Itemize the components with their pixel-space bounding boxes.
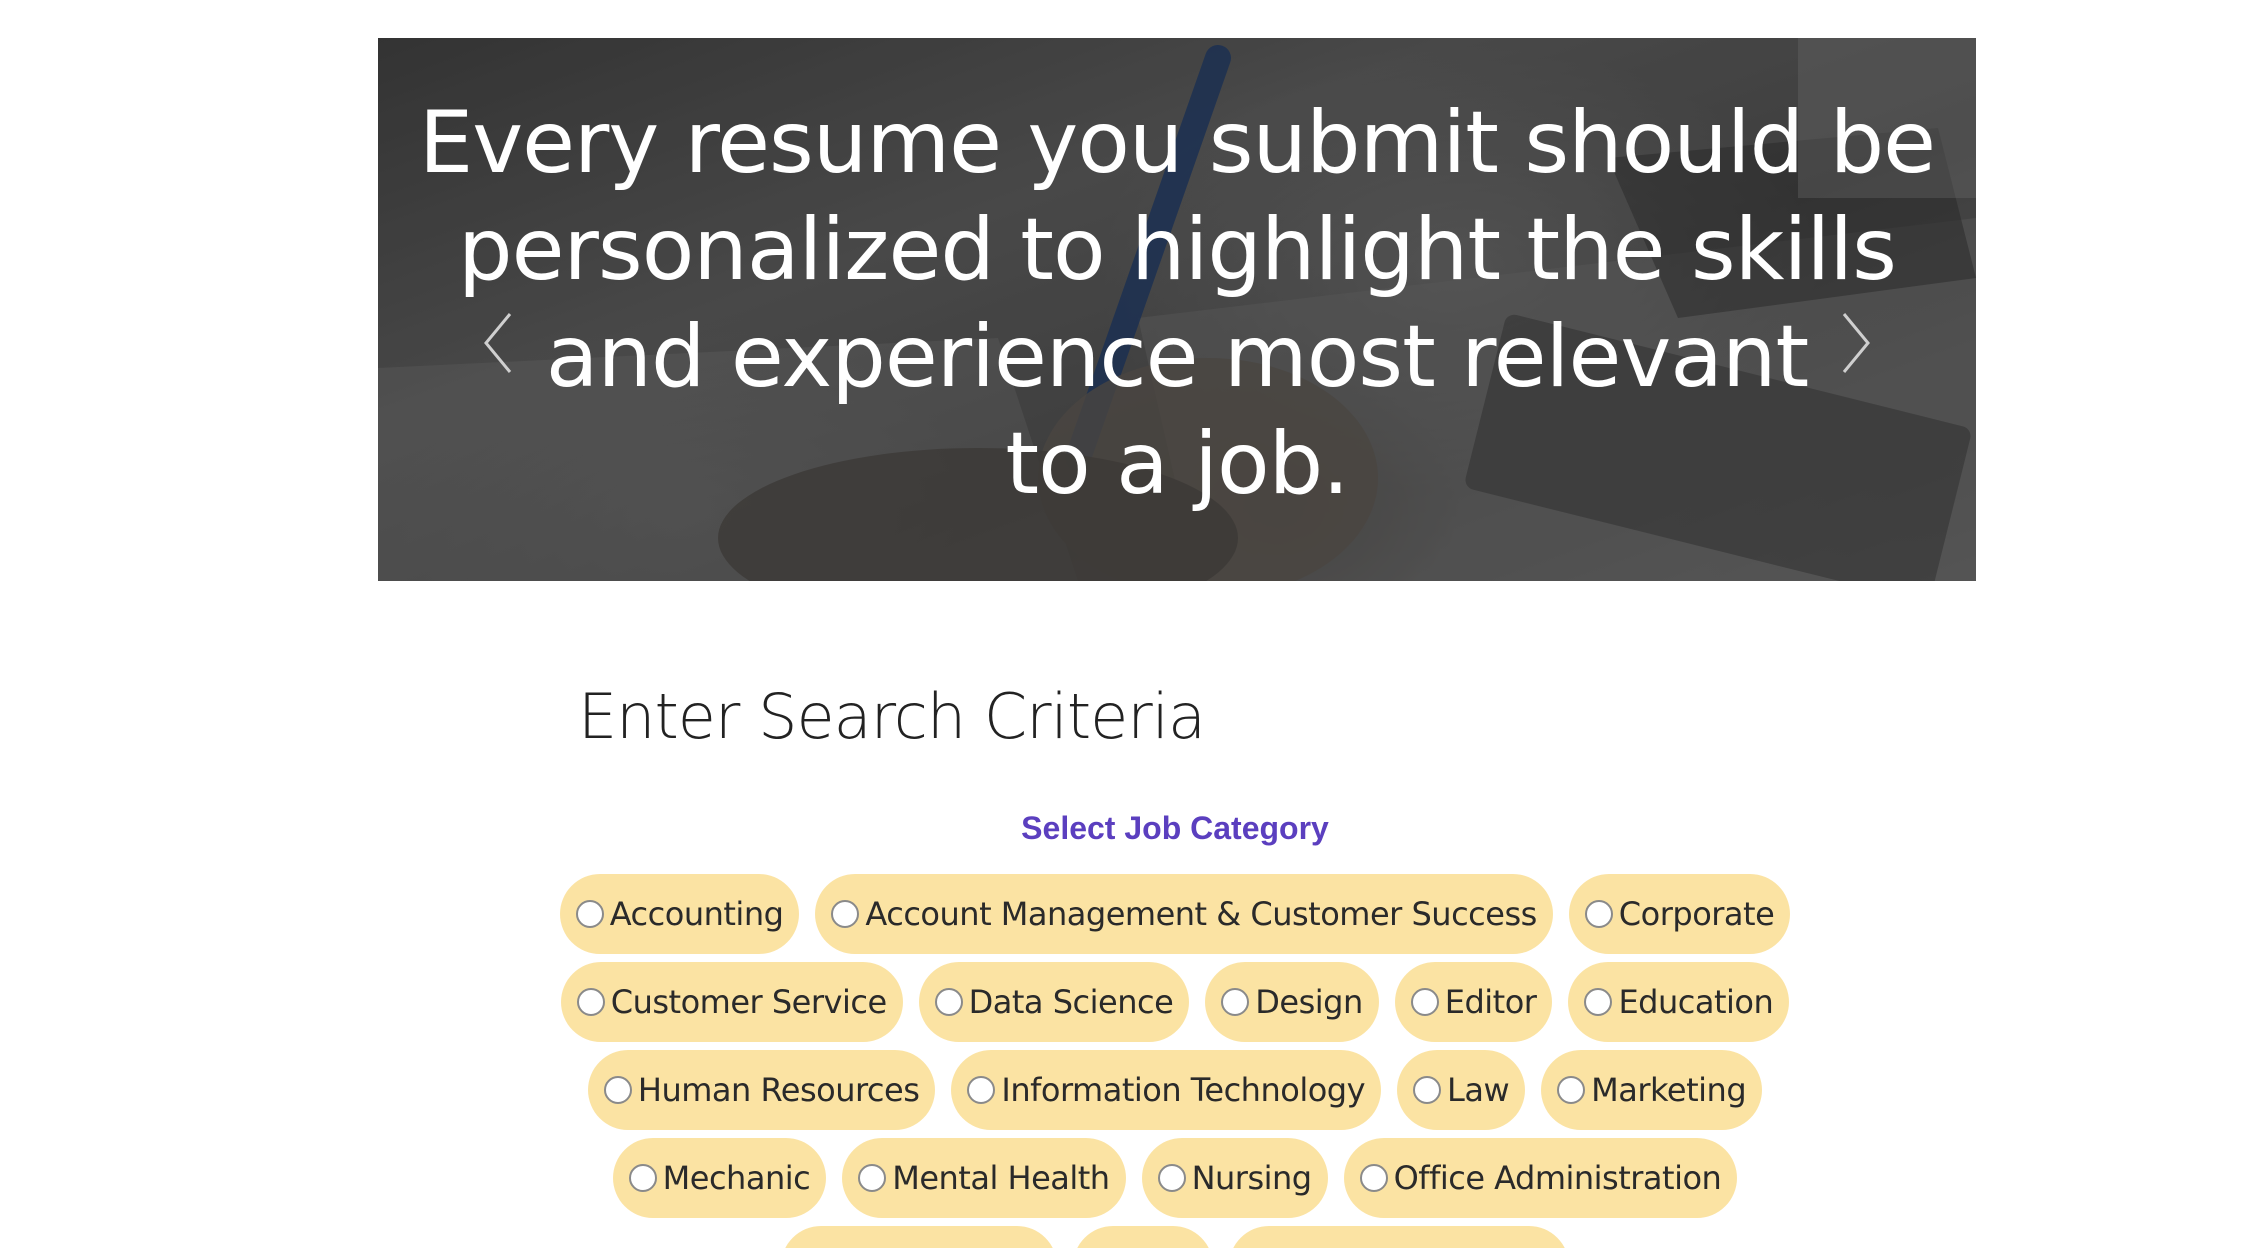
radio-button[interactable] xyxy=(1221,988,1250,1016)
category-row-partial xyxy=(0,1226,2266,1248)
hero-quote-line: and experience most relevant xyxy=(545,307,1809,407)
category-option-account-management[interactable]: Account Management & Customer Success xyxy=(815,874,1553,954)
radio-button[interactable] xyxy=(1410,988,1439,1016)
hero-quote-line: personalized to highlight the skills xyxy=(458,200,1897,300)
search-criteria-title: Enter Search Criteria xyxy=(578,680,1206,753)
hero-quote: Every resume you submit should be person… xyxy=(378,90,1976,518)
category-option-design[interactable]: Design xyxy=(1205,962,1379,1042)
category-option-mechanic[interactable]: Mechanic xyxy=(612,1138,827,1218)
chevron-right-icon xyxy=(1842,313,1870,373)
radio-button[interactable] xyxy=(1557,1076,1586,1104)
category-label: Education xyxy=(1618,983,1774,1021)
hero-quote-line: to a job. xyxy=(1005,414,1349,514)
category-option-education[interactable]: Education xyxy=(1568,962,1790,1042)
category-label: Nursing xyxy=(1191,1159,1313,1197)
category-option-data-science[interactable]: Data Science xyxy=(918,962,1190,1042)
carousel-next-button[interactable] xyxy=(1836,308,1876,378)
category-label: Design xyxy=(1255,983,1363,1021)
hero-quote-line: Every resume you submit should be xyxy=(418,93,1936,193)
category-option-marketing[interactable]: Marketing xyxy=(1541,1050,1763,1130)
radio-button[interactable] xyxy=(628,1164,657,1192)
category-label: Law xyxy=(1447,1071,1510,1109)
category-label: Marketing xyxy=(1591,1071,1747,1109)
radio-button[interactable] xyxy=(831,900,860,928)
category-label: Mental Health xyxy=(892,1159,1110,1197)
category-option-accounting[interactable]: Accounting xyxy=(559,874,800,954)
category-label: Accounting xyxy=(609,895,784,933)
job-category-heading: Select Job Category xyxy=(1021,810,1329,846)
category-option-information-technology[interactable]: Information Technology xyxy=(951,1050,1382,1130)
category-label: Corporate xyxy=(1618,895,1775,933)
category-option-partial[interactable] xyxy=(1073,1226,1213,1248)
category-option-corporate[interactable]: Corporate xyxy=(1568,874,1791,954)
radio-button[interactable] xyxy=(1157,1164,1186,1192)
category-label: Customer Service xyxy=(610,983,887,1021)
radio-button[interactable] xyxy=(1584,900,1613,928)
category-label: Information Technology xyxy=(1001,1071,1366,1109)
category-option-customer-service[interactable]: Customer Service xyxy=(560,962,903,1042)
category-label: Editor xyxy=(1444,983,1537,1021)
category-label: Mechanic xyxy=(662,1159,811,1197)
category-option-mental-health[interactable]: Mental Health xyxy=(842,1138,1126,1218)
category-option-partial[interactable] xyxy=(781,1226,1057,1248)
category-label: Human Resources xyxy=(637,1071,920,1109)
category-option-partial[interactable] xyxy=(1229,1226,1569,1248)
radio-button[interactable] xyxy=(1584,988,1613,1016)
page: Every resume you submit should be person… xyxy=(0,0,2266,1248)
radio-button[interactable] xyxy=(576,988,605,1016)
category-row: Human Resources Information Technology L… xyxy=(0,1050,2266,1130)
radio-button[interactable] xyxy=(1359,1164,1388,1192)
category-label: Data Science xyxy=(968,983,1174,1021)
category-option-law[interactable]: Law xyxy=(1397,1050,1526,1130)
category-label: Account Management & Customer Success xyxy=(865,895,1537,933)
radio-button[interactable] xyxy=(858,1164,887,1192)
category-row: Customer Service Data Science Design Edi… xyxy=(0,962,2266,1042)
radio-button[interactable] xyxy=(1413,1076,1442,1104)
radio-button[interactable] xyxy=(934,988,963,1016)
radio-button[interactable] xyxy=(967,1076,996,1104)
category-option-editor[interactable]: Editor xyxy=(1394,962,1553,1042)
category-label: Office Administration xyxy=(1393,1159,1722,1197)
chevron-left-icon xyxy=(484,313,512,373)
category-row: Mechanic Mental Health Nursing Office Ad… xyxy=(0,1138,2266,1218)
carousel-prev-button[interactable] xyxy=(478,308,518,378)
hero-carousel: Every resume you submit should be person… xyxy=(378,38,1976,581)
category-option-nursing[interactable]: Nursing xyxy=(1141,1138,1328,1218)
category-option-office-administration[interactable]: Office Administration xyxy=(1343,1138,1738,1218)
category-row: Accounting Account Management & Customer… xyxy=(0,874,2266,954)
radio-button[interactable] xyxy=(575,900,604,928)
category-option-human-resources[interactable]: Human Resources xyxy=(587,1050,936,1130)
radio-button[interactable] xyxy=(603,1076,632,1104)
